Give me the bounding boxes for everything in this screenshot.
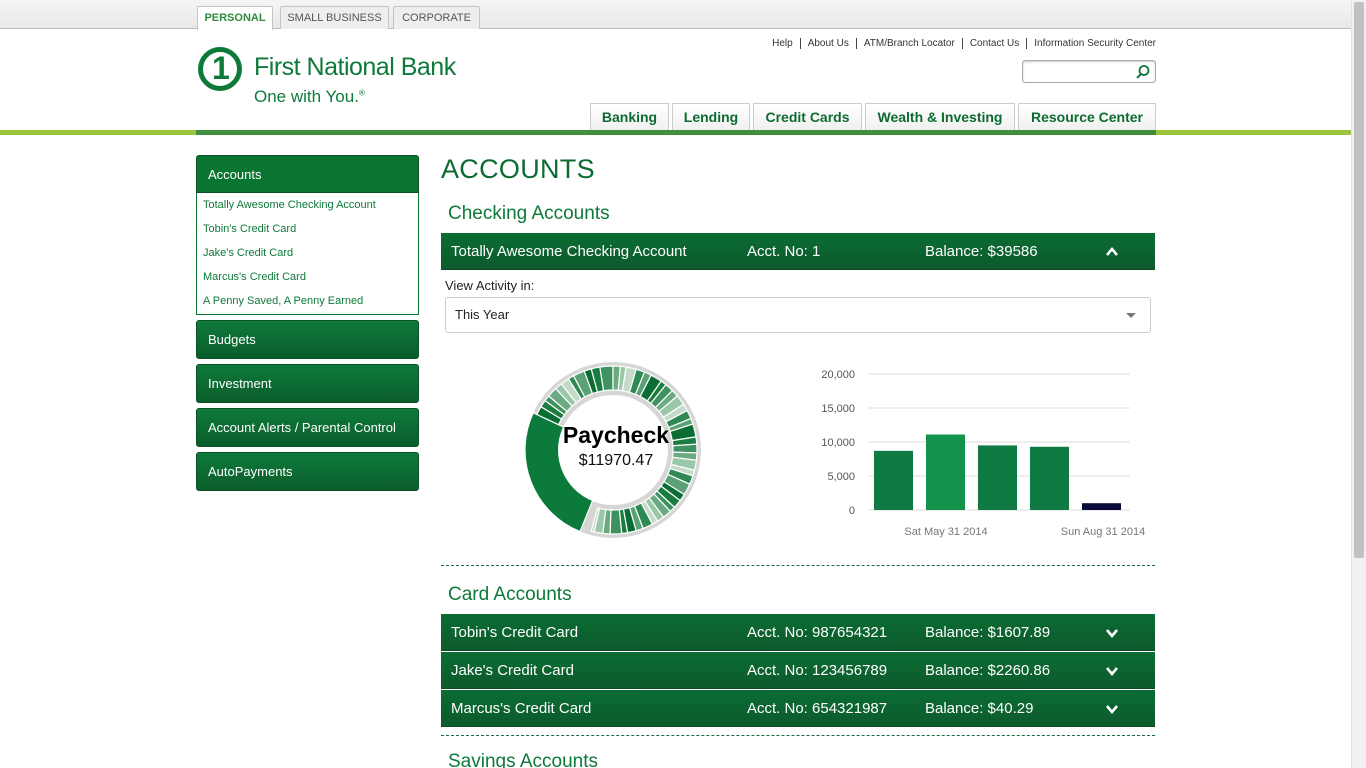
search-icon[interactable]: [1135, 64, 1151, 80]
search-box: [1022, 60, 1156, 83]
account-balance: Balance: $2260.86: [925, 662, 1051, 679]
chevron-down-icon[interactable]: [1104, 690, 1120, 727]
chevron-down-icon[interactable]: [1104, 652, 1120, 689]
bank-logo[interactable]: 1 First National Bank One with You.®: [198, 47, 478, 109]
section-divider: [441, 735, 1155, 736]
account-number: Acct. No: 123456789: [747, 662, 888, 679]
segment-tab-small-business[interactable]: SMALL BUSINESS: [280, 6, 389, 29]
sidebar-item-marcuss-credit-card[interactable]: Marcus's Credit Card: [197, 265, 418, 289]
logo-name: First National Bank: [254, 53, 456, 81]
donut-center-label: Paycheck $11970.47: [523, 420, 709, 472]
y-tick-label: 0: [849, 505, 855, 517]
y-tick-label: 15,000: [821, 403, 855, 415]
y-tick-label: 10,000: [821, 437, 855, 449]
header-divider: [0, 130, 1351, 135]
sidebar-item-penny-saved[interactable]: A Penny Saved, A Penny Earned: [197, 289, 418, 313]
card-account-row[interactable]: Jake's Credit Card Acct. No: 123456789 B…: [441, 652, 1155, 689]
nav-lending[interactable]: Lending: [672, 103, 750, 131]
account-number: Acct. No: 987654321: [747, 624, 888, 641]
sidebar-accounts-list: Totally Awesome Checking Account Tobin's…: [196, 193, 419, 315]
sidebar-budgets[interactable]: Budgets: [196, 320, 419, 359]
x-tick-label: Sun Aug 31 2014: [1061, 526, 1145, 538]
sidebar-investment[interactable]: Investment: [196, 364, 419, 403]
section-divider: [441, 565, 1155, 566]
account-balance: Balance: $39586: [925, 243, 1038, 260]
utility-links: Help About Us ATM/Branch Locator Contact Us…: [740, 38, 1156, 49]
search-input[interactable]: [1027, 63, 1135, 80]
chevron-up-icon[interactable]: [1104, 233, 1120, 270]
chevron-down-icon[interactable]: [1104, 614, 1120, 651]
account-balance: Balance: $40.29: [925, 700, 1034, 717]
donut-slice[interactable]: [609, 509, 623, 535]
donut-category: Paycheck: [562, 422, 670, 448]
checking-account-row[interactable]: Totally Awesome Checking Account Acct. N…: [441, 233, 1155, 270]
sidebar-account-alerts[interactable]: Account Alerts / Parental Control: [196, 408, 419, 447]
savings-accounts-heading: Savings Accounts: [448, 751, 598, 768]
account-name: Marcus's Credit Card: [451, 700, 592, 717]
logo-tagline: One with You.®: [254, 87, 365, 106]
logo-mark-digit: 1: [212, 50, 230, 86]
account-name: Jake's Credit Card: [451, 662, 574, 679]
sidebar-item-tobins-credit-card[interactable]: Tobin's Credit Card: [197, 217, 418, 241]
scrollbar-thumb[interactable]: [1354, 2, 1364, 558]
bar[interactable]: [1030, 446, 1069, 510]
view-activity-label: View Activity in:: [445, 278, 535, 293]
card-account-row[interactable]: Tobin's Credit Card Acct. No: 987654321 …: [441, 614, 1155, 651]
sidebar-item-jakes-credit-card[interactable]: Jake's Credit Card: [197, 241, 418, 265]
y-tick-label: 20,000: [821, 369, 855, 381]
checking-accounts-heading: Checking Accounts: [448, 203, 610, 224]
sidebar-accounts-header[interactable]: Accounts: [196, 155, 419, 193]
page-title: ACCOUNTS: [441, 154, 595, 184]
y-tick-label: 5,000: [827, 471, 855, 483]
help-link[interactable]: Help: [765, 38, 800, 49]
x-tick-label: Sat May 31 2014: [904, 526, 987, 538]
sidebar-autopayments[interactable]: AutoPayments: [196, 452, 419, 491]
bar[interactable]: [978, 445, 1017, 510]
account-number: Acct. No: 1: [747, 243, 821, 260]
segment-tab-corporate[interactable]: CORPORATE: [393, 6, 480, 29]
information-security-center-link[interactable]: Information Security Center: [1026, 38, 1156, 49]
contact-us-link[interactable]: Contact Us: [961, 38, 1027, 49]
nav-wealth-investing[interactable]: Wealth & Investing: [865, 103, 1015, 131]
segment-strip: PERSONAL SMALL BUSINESS CORPORATE: [0, 0, 1351, 30]
card-accounts-heading: Card Accounts: [448, 584, 572, 605]
account-balance: Balance: $1607.89: [925, 624, 1051, 641]
bar[interactable]: [1082, 503, 1121, 510]
card-account-row[interactable]: Marcus's Credit Card Acct. No: 654321987…: [441, 690, 1155, 727]
page-scrollbar[interactable]: [1351, 0, 1366, 768]
chevron-down-icon: [1126, 313, 1136, 318]
bar[interactable]: [926, 434, 965, 510]
nav-banking[interactable]: Banking: [590, 103, 669, 131]
page: PERSONAL SMALL BUSINESS CORPORATE 1 Firs…: [0, 0, 1351, 768]
sidebar-item-totally-awesome-checking[interactable]: Totally Awesome Checking Account: [197, 193, 418, 217]
nav-resource-center[interactable]: Resource Center: [1018, 103, 1156, 131]
account-name: Tobin's Credit Card: [451, 624, 579, 641]
segment-tab-personal[interactable]: PERSONAL: [197, 6, 273, 30]
donut-amount: $11970.47: [578, 452, 654, 469]
atm-branch-locator-link[interactable]: ATM/Branch Locator: [855, 38, 962, 49]
bar[interactable]: [874, 450, 913, 510]
account-number: Acct. No: 654321987: [747, 700, 888, 717]
activity-bar-chart[interactable]: 0 5,000 10,000 15,000 20,000 Sat May 31 2014 S…: [800, 360, 1155, 550]
nav-credit-cards[interactable]: Credit Cards: [753, 103, 862, 131]
account-name: Totally Awesome Checking Account: [451, 243, 687, 260]
about-us-link[interactable]: About Us: [799, 38, 856, 49]
period-select[interactable]: This Year: [445, 297, 1151, 333]
